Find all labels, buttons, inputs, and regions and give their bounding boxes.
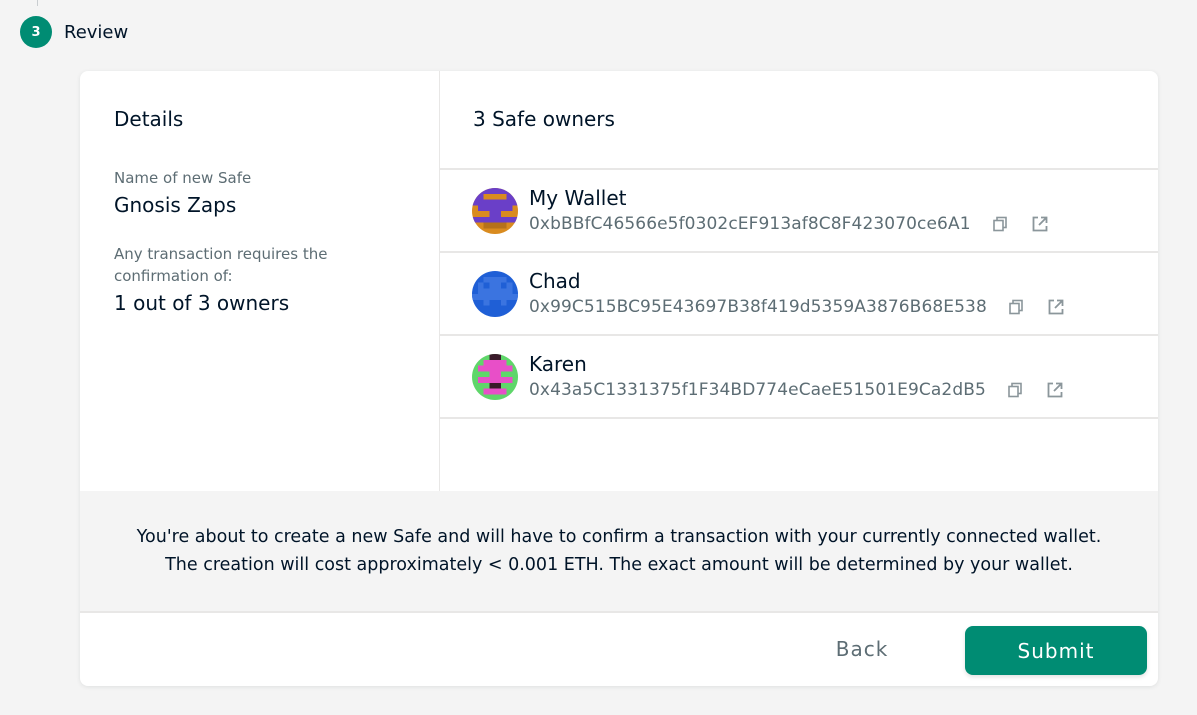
owner-row: Chad 0x99C515BC95E43697B38f419d5359A3876… — [440, 253, 1158, 336]
creation-notice: You're about to create a new Safe and wi… — [80, 491, 1158, 613]
owner-avatar — [472, 187, 518, 234]
owner-name: My Wallet — [529, 185, 627, 210]
submit-button[interactable]: Submit — [965, 626, 1147, 675]
owner-address: 0xbBBfC46566e5f0302cEF913af8C8F423070ce6… — [529, 213, 971, 234]
safe-name-value: Gnosis Zaps — [114, 193, 237, 217]
external-link-icon[interactable] — [1029, 213, 1051, 235]
review-card: Details Name of new Safe Gnosis Zaps Any… — [80, 71, 1158, 686]
copy-icon[interactable] — [989, 213, 1011, 235]
step-label: Review — [64, 21, 129, 43]
copy-icon[interactable] — [1005, 296, 1027, 318]
notice-line-1: You're about to create a new Safe and wi… — [136, 527, 1102, 547]
owner-name: Karen — [529, 351, 587, 376]
owner-row: Karen 0x43a5C1331375f1F34BD774eCaeE51501… — [440, 336, 1158, 419]
stepper-connector — [37, 0, 38, 6]
owner-name: Chad — [529, 268, 581, 293]
safe-name-label: Name of new Safe — [114, 169, 252, 187]
threshold-label: Any transaction requires the confirmatio… — [114, 245, 328, 285]
external-link-icon[interactable] — [1044, 379, 1066, 401]
owner-avatar — [472, 353, 518, 400]
owner-address: 0x99C515BC95E43697B38f419d5359A3876B68E5… — [529, 296, 987, 317]
copy-icon[interactable] — [1004, 379, 1026, 401]
details-title: Details — [114, 107, 184, 131]
back-button[interactable]: Back — [800, 625, 924, 673]
external-link-icon[interactable] — [1045, 296, 1067, 318]
owner-address: 0x43a5C1331375f1F34BD774eCaeE51501E9Ca2d… — [529, 379, 986, 400]
footer-actions: Back Submit — [80, 613, 1158, 686]
owner-row: My Wallet 0xbBBfC46566e5f0302cEF913af8C8… — [440, 170, 1158, 253]
owner-avatar — [472, 270, 518, 317]
step-header: 3 Review — [20, 16, 128, 48]
notice-line-2: The creation will cost approximately < 0… — [165, 555, 1073, 575]
details-panel: Details Name of new Safe Gnosis Zaps Any… — [80, 71, 440, 491]
owners-title: 3 Safe owners — [440, 71, 1158, 170]
threshold-value: 1 out of 3 owners — [114, 291, 290, 315]
owners-panel: 3 Safe owners My Wallet 0xbBBfC46566e5f0… — [440, 71, 1158, 491]
step-number-badge: 3 — [20, 16, 52, 48]
